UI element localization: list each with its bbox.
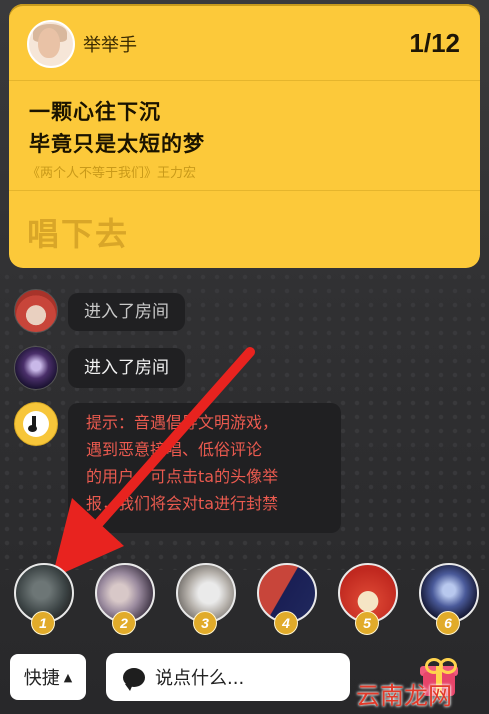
seat-3-number: 3 bbox=[193, 611, 217, 635]
page-count: 1/12 bbox=[409, 28, 460, 58]
song-card: 举举手 1/12 一颗心往下沉 毕竟只是太短的梦 《两个人不等于我们》王力宏 唱… bbox=[9, 4, 480, 268]
caret-up-icon: ▲ bbox=[63, 670, 73, 684]
lyric-line-1: 一颗心往下沉 bbox=[29, 100, 161, 124]
sing-on-button[interactable]: 唱下去 bbox=[27, 209, 129, 255]
seat-4-number: 4 bbox=[274, 611, 298, 635]
chat-input[interactable]: 说点什么... bbox=[106, 653, 350, 701]
singer-avatar[interactable] bbox=[27, 20, 75, 68]
seat-6-number: 6 bbox=[436, 611, 460, 635]
seat-1-number: 1 bbox=[31, 611, 55, 635]
notice-line-2: 遇到恶意接唱、低俗评论 bbox=[86, 440, 263, 459]
system-notice: 提示：音遇倡导文明游戏， 遇到恶意接唱、低俗评论 的用户，可点击ta的头像举 报… bbox=[68, 403, 341, 533]
notice-line-3: 的用户，可点击ta的头像举 bbox=[86, 467, 279, 486]
chat-avatar-1[interactable] bbox=[14, 289, 58, 333]
quick-button[interactable]: 快捷 ▲ bbox=[10, 654, 86, 700]
system-music-icon bbox=[14, 402, 58, 446]
song-card-header: 举举手 1/12 bbox=[9, 4, 480, 81]
singer-name: 举举手 bbox=[83, 35, 137, 56]
chat-message-2: 进入了房间 bbox=[68, 348, 185, 388]
card-divider bbox=[9, 190, 480, 191]
seat-5-number: 5 bbox=[355, 611, 379, 635]
chat-avatar-2[interactable] bbox=[14, 346, 58, 390]
chat-message-1: 进入了房间 bbox=[68, 293, 185, 331]
watermark: 云南龙网 bbox=[356, 683, 452, 710]
speech-bubble-icon bbox=[123, 667, 145, 691]
seat-2-number: 2 bbox=[112, 611, 136, 635]
notice-line-1: 提示：音遇倡导文明游戏， bbox=[86, 413, 279, 432]
lyric-line-2: 毕竟只是太短的梦 bbox=[29, 132, 205, 156]
chat-input-placeholder: 说点什么... bbox=[155, 668, 245, 689]
song-source: 《两个人不等于我们》王力宏 bbox=[27, 166, 197, 181]
quick-button-label: 快捷 bbox=[23, 668, 60, 689]
notice-line-4: 报，我们将会对ta进行封禁 bbox=[86, 494, 279, 513]
